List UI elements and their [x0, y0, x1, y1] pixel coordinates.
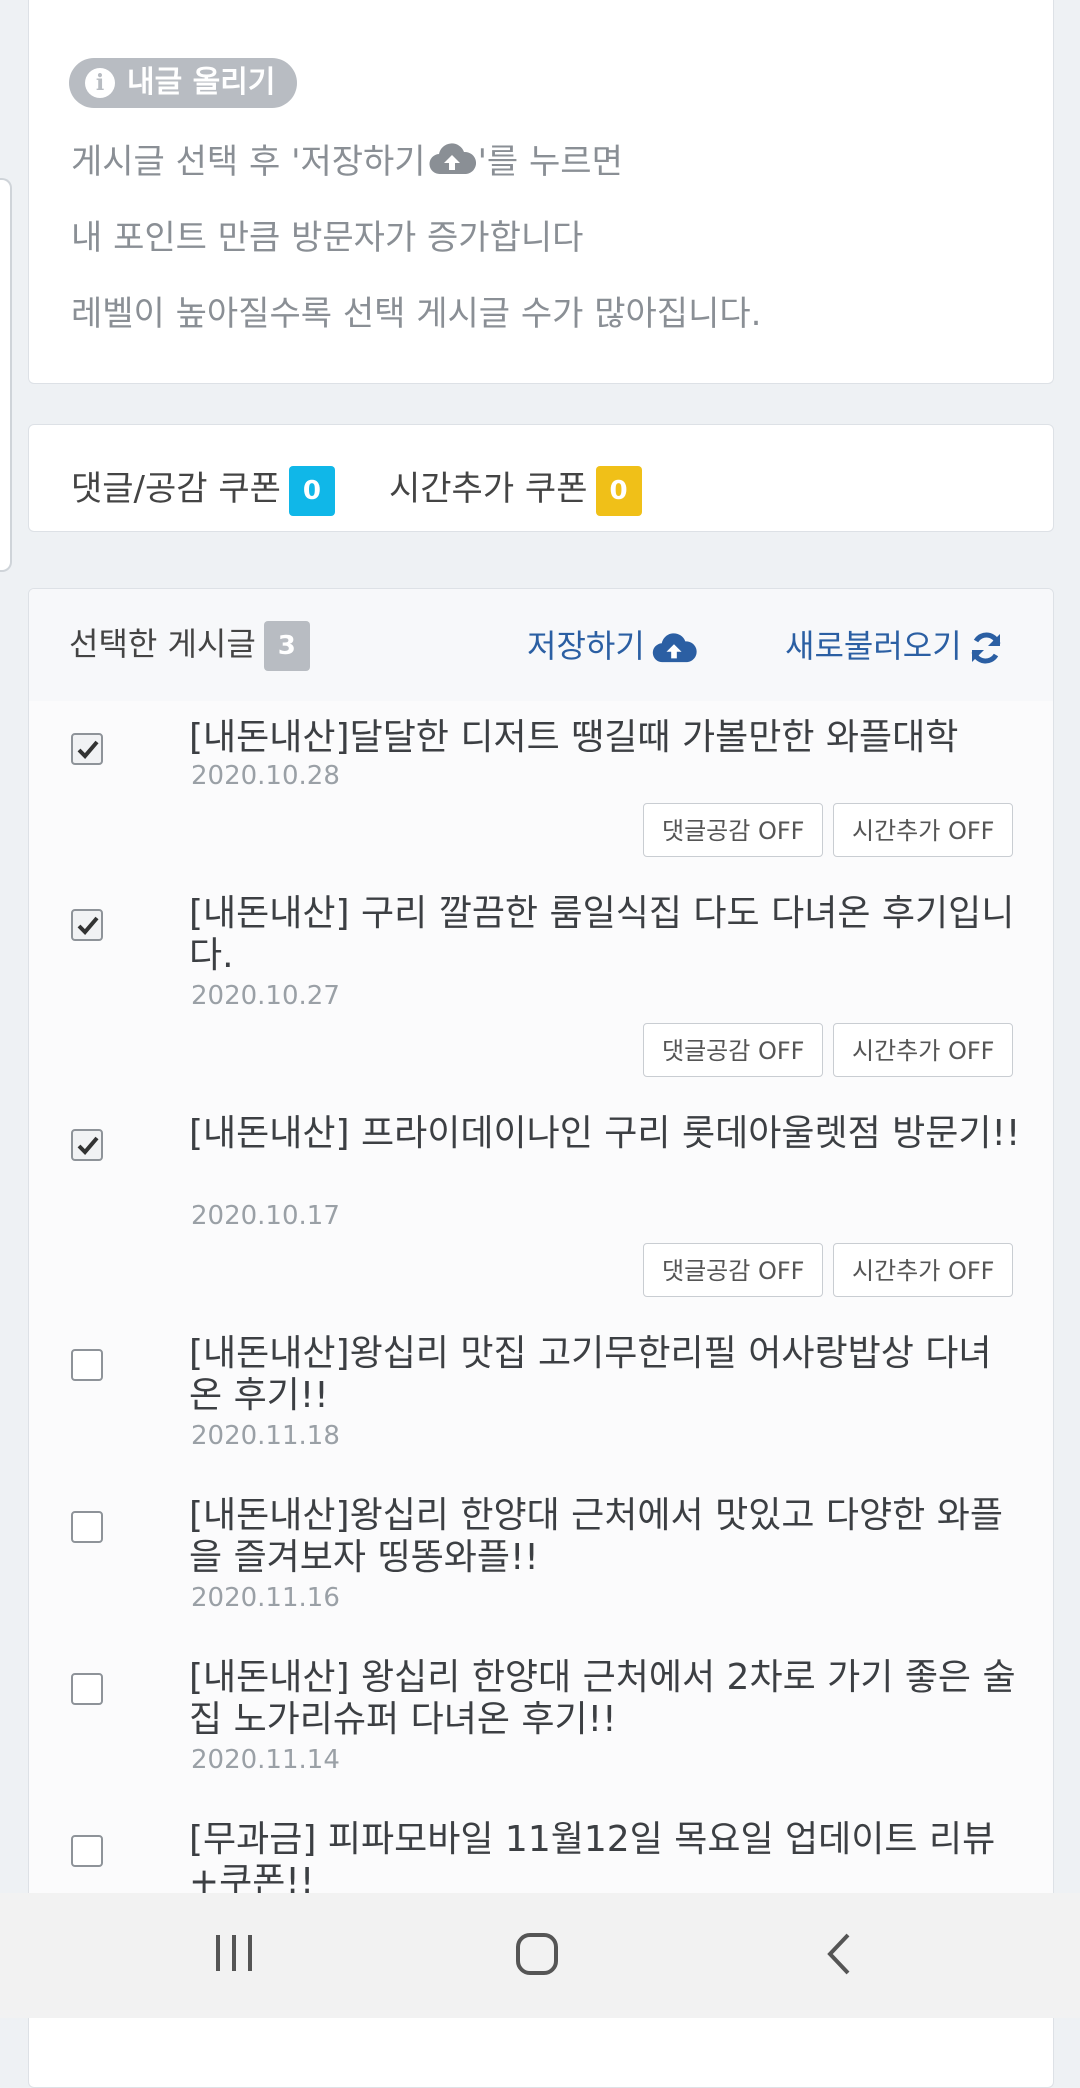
time-add-coupon: 시간추가 쿠폰 0: [389, 461, 642, 516]
post-date: 2020.10.17: [191, 1201, 340, 1231]
side-drawer-handle[interactable]: [0, 178, 12, 572]
refresh-icon: [971, 632, 1001, 664]
post-title[interactable]: [내돈내산]왕십리 한양대 근처에서 맛있고 다양한 와플을 즐겨보자 띵똥와플…: [189, 1495, 1023, 1579]
post-row[interactable]: [내돈내산] 프라이데이나인 구리 롯데아울렛점 방문기!! 2020.10.1…: [29, 1097, 1053, 1319]
cloud-upload-icon: [652, 633, 697, 663]
post-checkbox[interactable]: [71, 1129, 103, 1161]
post-row[interactable]: [내돈내산]달달한 디저트 땡길때 가볼만한 와플대학 2020.10.28 댓…: [29, 701, 1053, 879]
home-icon[interactable]: [514, 1931, 562, 1981]
selected-posts-card: 선택한 게시글 3 저장하기 새로불러오기 [내돈내산]달달한 디저트 땡길때 가…: [28, 588, 1054, 2088]
back-icon[interactable]: [820, 1931, 860, 1981]
post-title[interactable]: [내돈내산]왕십리 맛집 고기무한리필 어사랑밥상 다녀온 후기!!: [189, 1333, 1023, 1417]
comment-like-toggle[interactable]: 댓글공감 OFF: [643, 1243, 824, 1297]
post-row[interactable]: [내돈내산] 왕십리 한양대 근처에서 2차로 가기 좋은 술집 노가리슈퍼 다…: [29, 1641, 1053, 1805]
post-date: 2020.10.28: [191, 761, 340, 791]
comment-like-toggle[interactable]: 댓글공감 OFF: [643, 803, 824, 857]
cloud-upload-icon: [428, 142, 476, 185]
post-title[interactable]: [내돈내산] 왕십리 한양대 근처에서 2차로 가기 좋은 술집 노가리슈퍼 다…: [189, 1657, 1023, 1741]
selected-posts-title: 선택한 게시글 3: [69, 619, 310, 671]
comment-like-toggle[interactable]: 댓글공감 OFF: [643, 1023, 824, 1077]
list-header: 선택한 게시글 3 저장하기 새로불러오기: [29, 589, 1053, 703]
selected-count-badge: 3: [263, 621, 310, 671]
coupon-card: 댓글/공감 쿠폰 0 시간추가 쿠폰 0: [28, 424, 1054, 532]
post-date: 2020.10.27: [191, 981, 340, 1011]
post-row[interactable]: [내돈내산]왕십리 한양대 근처에서 맛있고 다양한 와플을 즐겨보자 띵똥와플…: [29, 1479, 1053, 1643]
post-date: 2020.11.16: [191, 1583, 340, 1613]
post-checkbox[interactable]: [71, 1349, 103, 1381]
post-title[interactable]: [무과금] 피파모바일 11월12일 목요일 업데이트 리뷰+쿠폰!!: [189, 1819, 1023, 1903]
info-line-1: 게시글 선택 후 '저장하기 '를 누르면: [71, 134, 623, 185]
time-add-toggle[interactable]: 시간추가 OFF: [833, 803, 1014, 857]
time-add-toggle[interactable]: 시간추가 OFF: [833, 1243, 1014, 1297]
post-row[interactable]: [내돈내산]왕십리 맛집 고기무한리필 어사랑밥상 다녀온 후기!! 2020.…: [29, 1317, 1053, 1481]
post-title[interactable]: [내돈내산] 프라이데이나인 구리 롯데아울렛점 방문기!!: [189, 1113, 1023, 1155]
time-add-toggle[interactable]: 시간추가 OFF: [833, 1023, 1014, 1077]
post-checkbox[interactable]: [71, 733, 103, 765]
info-card: i 내글 올리기 게시글 선택 후 '저장하기 '를 누르면 내 포인트 만큼 방…: [28, 0, 1054, 384]
post-checkbox[interactable]: [71, 1511, 103, 1543]
comment-like-coupon: 댓글/공감 쿠폰 0: [71, 461, 335, 516]
recent-apps-icon[interactable]: [210, 1931, 258, 1979]
info-line-2: 내 포인트 만큼 방문자가 증가합니다: [71, 218, 584, 258]
refresh-button[interactable]: 새로불러오기: [785, 621, 1004, 667]
time-add-coupon-count: 0: [595, 465, 642, 516]
write-post-label: 내글 올리기: [127, 65, 276, 100]
system-navigation-bar: [0, 1893, 1080, 2018]
post-row[interactable]: [내돈내산] 구리 깔끔한 룸일식집 다도 다녀온 후기입니다. 2020.10…: [29, 877, 1053, 1099]
post-checkbox[interactable]: [71, 909, 103, 941]
info-icon: i: [85, 68, 115, 98]
post-title[interactable]: [내돈내산]달달한 디저트 땡길때 가볼만한 와플대학: [189, 717, 1023, 759]
post-checkbox[interactable]: [71, 1673, 103, 1705]
comment-like-coupon-count: 0: [288, 465, 335, 516]
post-date: 2020.11.14: [191, 1745, 340, 1775]
save-button[interactable]: 저장하기: [527, 621, 697, 667]
write-post-badge: i 내글 올리기: [69, 58, 298, 108]
post-date: 2020.11.18: [191, 1421, 340, 1451]
info-line-3: 레벨이 높아질수록 선택 게시글 수가 많아집니다.: [71, 294, 762, 334]
post-title[interactable]: [내돈내산] 구리 깔끔한 룸일식집 다도 다녀온 후기입니다.: [189, 893, 1023, 977]
post-checkbox[interactable]: [71, 1835, 103, 1867]
